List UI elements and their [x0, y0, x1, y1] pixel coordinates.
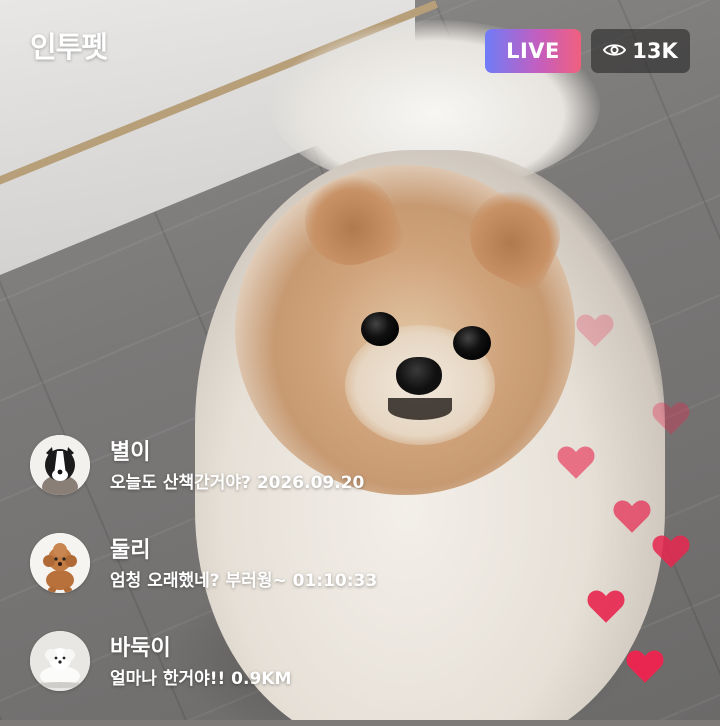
dog-nose [396, 357, 442, 395]
comment-text: 엄청 오래했네? 부러웡~ 01:10:33 [110, 571, 378, 591]
eye-icon [603, 39, 627, 63]
heart-icon [651, 533, 691, 569]
heart-icon [651, 400, 691, 436]
heart-icon [575, 312, 615, 348]
heart-icon [556, 444, 596, 480]
dog-eye-right [453, 326, 491, 360]
comment-author: 둘리 [110, 538, 151, 563]
comment-author: 바둑이 [110, 636, 171, 661]
app-title: 인투펫 [30, 30, 108, 64]
comment-author: 별이 [110, 440, 151, 465]
heart-icon [625, 648, 665, 684]
viewer-count: 13K [632, 39, 678, 63]
border-collie-avatar[interactable] [30, 435, 90, 495]
heart-icon [586, 588, 626, 624]
dog-eye-left [361, 312, 399, 346]
poodle-avatar[interactable] [30, 533, 90, 593]
white-dog-avatar[interactable] [30, 631, 90, 691]
viewer-count-badge: 13K [591, 29, 690, 73]
live-badge: LIVE [485, 29, 581, 73]
comment-text: 얼마나 한거야!! 0.9KM [110, 669, 292, 689]
comment-text: 오늘도 산책간거야? 2026.09.20 [110, 473, 365, 493]
heart-icon [612, 498, 652, 534]
dog-mouth [388, 398, 452, 420]
